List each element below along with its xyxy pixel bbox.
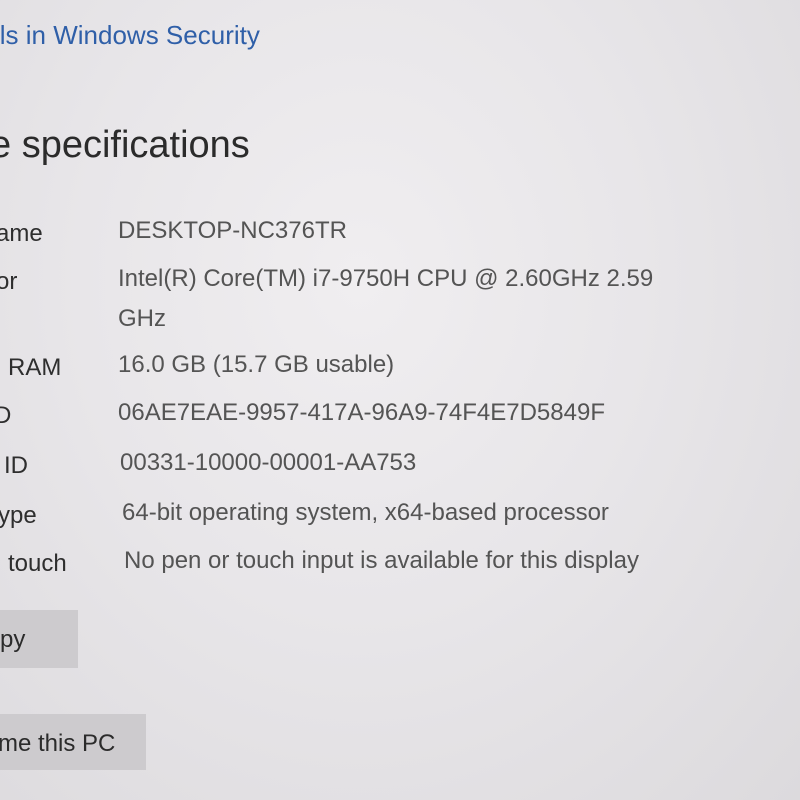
spec-value-product-id: 00331-10000-00001-AA753 [120, 449, 417, 476]
spec-label-pen-touch: touch [8, 550, 67, 577]
spec-label-device-id: D [0, 402, 12, 429]
spec-value-processor: Intel(R) Core(TM) i7-9750H CPU @ 2.60GHz… [118, 265, 654, 292]
spec-label-device-name: ame [0, 220, 43, 247]
spec-label-ram: RAM [8, 354, 62, 381]
spec-label-product-id: ID [4, 452, 28, 479]
copy-button-label: py [0, 626, 26, 653]
spec-value-processor-line2: GHz [118, 305, 166, 332]
spec-label-system-type: ype [0, 502, 37, 529]
windows-security-link[interactable]: ils in Windows Security [0, 20, 260, 51]
copy-button[interactable]: py [0, 610, 78, 668]
rename-pc-button[interactable]: me this PC [0, 714, 146, 770]
rename-pc-button-label: me this PC [0, 730, 116, 757]
spec-label-processor: or [0, 268, 18, 295]
device-specifications-heading: e specifications [0, 124, 250, 166]
spec-value-system-type: 64-bit operating system, x64-based proce… [122, 499, 609, 526]
spec-value-ram: 16.0 GB (15.7 GB usable) [118, 351, 395, 378]
spec-value-device-name: DESKTOP-NC376TR [118, 217, 347, 244]
spec-value-pen-touch: No pen or touch input is available for t… [124, 547, 639, 574]
spec-value-device-id: 06AE7EAE-9957-417A-96A9-74F4E7D5849F [118, 399, 605, 426]
